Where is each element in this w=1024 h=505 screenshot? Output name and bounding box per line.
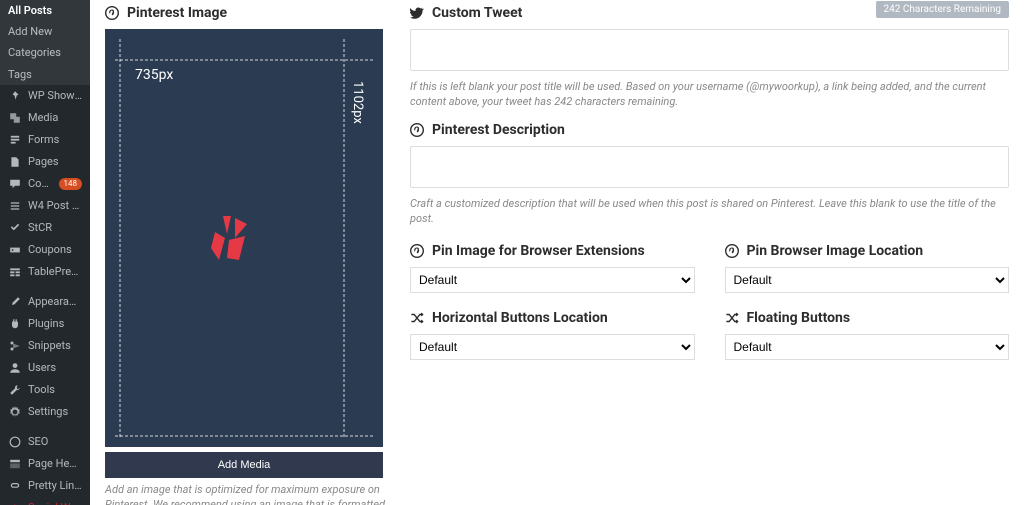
twitter-icon xyxy=(410,6,424,20)
admin-sidebar: All Posts Add New Categories Tags WP Sho… xyxy=(0,0,90,505)
sidebar-item-tools[interactable]: Tools xyxy=(0,379,90,401)
header-icon xyxy=(8,457,22,471)
plugin-icon xyxy=(8,317,22,331)
horiz-buttons-select[interactable]: Default xyxy=(410,334,695,360)
media-icon xyxy=(8,111,22,125)
coupon-icon xyxy=(8,243,22,257)
sidebar-item-pages[interactable]: Pages xyxy=(0,151,90,173)
main-content: Pinterest Image 735px 1102px Add Media A… xyxy=(90,0,1024,505)
shuffle-icon xyxy=(725,311,739,325)
pinterest-desc-input[interactable] xyxy=(410,146,1009,188)
pin-browser-loc-select[interactable]: Default xyxy=(725,267,1010,293)
sidebar-item-users[interactable]: Users xyxy=(0,357,90,379)
pinterest-image-preview[interactable]: 735px 1102px xyxy=(105,29,383,447)
comment-icon xyxy=(8,177,22,191)
add-media-button[interactable]: Add Media xyxy=(105,452,383,478)
page-icon xyxy=(8,155,22,169)
flame-icon xyxy=(8,501,22,505)
pin-icon xyxy=(8,89,22,103)
table-icon xyxy=(8,265,22,279)
pinterest-icon xyxy=(105,6,119,20)
pinterest-image-column: Pinterest Image 735px 1102px Add Media A… xyxy=(105,0,385,505)
sidebar-item-social-warfare[interactable]: Social Warfare xyxy=(0,497,90,505)
sidebar-sub-categories[interactable]: Categories xyxy=(0,42,90,63)
sidebar-item-wp-show-posts[interactable]: WP Show Posts xyxy=(0,85,90,107)
sidebar-item-stcr[interactable]: StCR xyxy=(0,217,90,239)
width-label: 735px xyxy=(135,67,173,83)
sidebar-item-seo[interactable]: SEO xyxy=(0,431,90,453)
pin-browser-ext-select[interactable]: Default xyxy=(410,267,695,293)
sidebar-item-plugins[interactable]: Plugins xyxy=(0,313,90,335)
sidebar-item-page-headers[interactable]: Page Headers xyxy=(0,453,90,475)
char-remaining-badge: 242 Characters Remaining xyxy=(876,1,1009,18)
sidebar-sub-all-posts[interactable]: All Posts xyxy=(0,0,90,21)
scissors-icon xyxy=(8,339,22,353)
pin-browser-loc-title: Pin Browser Image Location xyxy=(725,243,1010,259)
sidebar-item-w4-post-list[interactable]: W4 Post List xyxy=(0,195,90,217)
sidebar-item-coupons[interactable]: Coupons xyxy=(0,239,90,261)
pinterest-image-title: Pinterest Image xyxy=(105,5,385,21)
link-icon xyxy=(8,479,22,493)
custom-tweet-input[interactable] xyxy=(410,29,1009,71)
sidebar-item-settings[interactable]: Settings xyxy=(0,401,90,423)
check-icon xyxy=(8,221,22,235)
user-icon xyxy=(8,361,22,375)
sidebar-item-media[interactable]: Media xyxy=(0,107,90,129)
float-buttons-select[interactable]: Default xyxy=(725,334,1010,360)
float-buttons-title: Floating Buttons xyxy=(725,310,1010,326)
pinterest-image-hint: Add an image that is optimized for maxim… xyxy=(105,483,385,505)
pinterest-desc-title: Pinterest Description xyxy=(410,122,1009,138)
pinterest-icon xyxy=(725,244,739,258)
shuffle-icon xyxy=(410,311,424,325)
comment-count-badge: 148 xyxy=(59,178,83,190)
seo-icon xyxy=(8,435,22,449)
pinterest-icon xyxy=(410,244,424,258)
pinterest-desc-hint: Craft a customized description that will… xyxy=(410,197,1009,227)
brush-icon xyxy=(8,295,22,309)
sidebar-sub-tags[interactable]: Tags xyxy=(0,64,90,85)
sidebar-item-snippets[interactable]: Snippets xyxy=(0,335,90,357)
sidebar-sub-add-new[interactable]: Add New xyxy=(0,21,90,42)
sidebar-item-forms[interactable]: Forms xyxy=(0,129,90,151)
height-label: 1102px xyxy=(350,81,365,124)
sidebar-item-comments[interactable]: Comments148 xyxy=(0,173,90,195)
settings-column: Custom Tweet 242 Characters Remaining If… xyxy=(410,0,1009,505)
wrench-icon xyxy=(8,383,22,397)
custom-tweet-hint: If this is left blank your post title wi… xyxy=(410,80,1009,110)
sidebar-item-pretty-links[interactable]: Pretty Links xyxy=(0,475,90,497)
gear-icon xyxy=(8,405,22,419)
pin-browser-ext-title: Pin Image for Browser Extensions xyxy=(410,243,695,259)
horiz-buttons-title: Horizontal Buttons Location xyxy=(410,310,695,326)
list-icon xyxy=(8,199,22,213)
sidebar-item-appearance[interactable]: Appearance xyxy=(0,291,90,313)
pinterest-icon xyxy=(410,123,424,137)
sidebar-item-tablepress[interactable]: TablePress xyxy=(0,261,90,283)
forms-icon xyxy=(8,133,22,147)
warfare-logo-icon xyxy=(203,208,263,268)
